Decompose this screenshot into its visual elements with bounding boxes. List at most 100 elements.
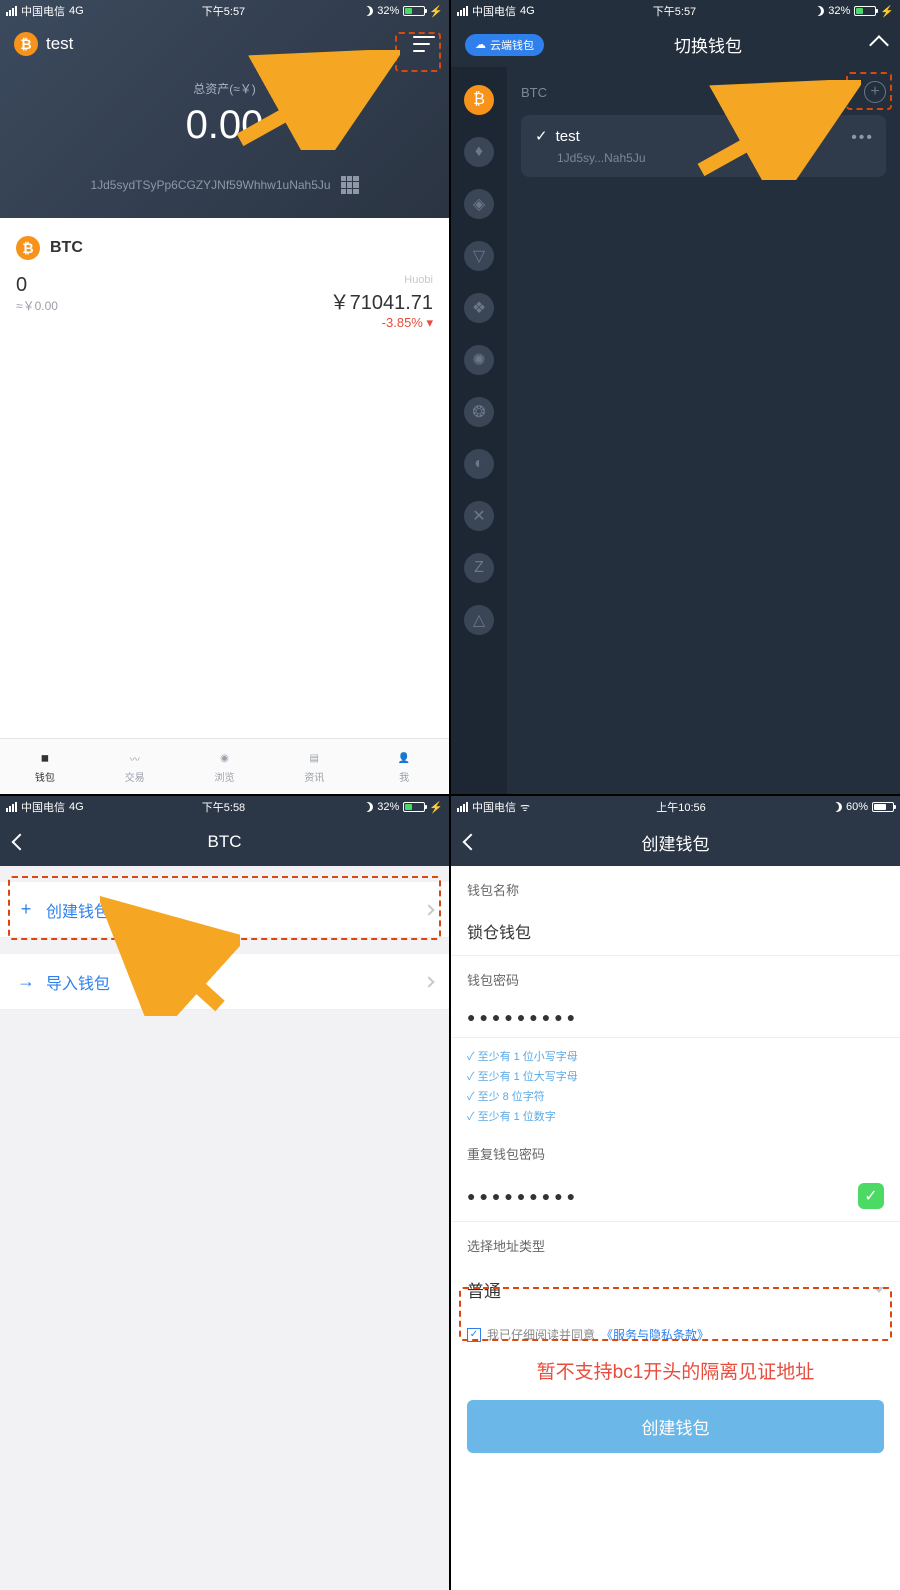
chart-icon: 〰 [124, 749, 146, 767]
news-icon: ▤ [303, 749, 325, 767]
status-bar: 中国电信 4G 下午5:57 32% ⚡ [0, 0, 449, 22]
check-icon: ✓ [535, 127, 548, 145]
clock: 上午10:56 [656, 799, 706, 815]
check-icon: ✓ [858, 1183, 884, 1209]
signal-icon [6, 6, 17, 16]
rail-coin-icon[interactable]: ❂ [464, 397, 494, 427]
chevron-right-icon [423, 976, 434, 987]
clock: 下午5:57 [653, 3, 696, 19]
asset-label: 总资产(≈￥) [0, 80, 449, 97]
create-wallet-item[interactable]: + 创建钱包 [0, 882, 449, 938]
clock: 下午5:57 [202, 3, 245, 19]
moon-icon [363, 802, 373, 812]
terms-link[interactable]: 《服务与隐私条款》 [601, 1326, 709, 1343]
coin-symbol: BTC [50, 239, 83, 257]
wallet-card[interactable]: ✓ test 1Jd5sy...Nah5Ju ••• [521, 115, 886, 177]
carrier-label: 中国电信 [472, 799, 516, 815]
rail-coin2-icon[interactable]: ✕ [464, 501, 494, 531]
menu-icon[interactable] [413, 36, 435, 52]
rail-eos-icon[interactable]: ◈ [464, 189, 494, 219]
checkbox-icon[interactable]: ✓ [467, 1328, 481, 1342]
name-label: 钱包名称 [451, 866, 900, 907]
battery-pct: 32% [377, 5, 399, 17]
battery-pct: 32% [828, 5, 850, 17]
wifi-icon: ᯤ [520, 800, 530, 815]
wallet-card-addr: 1Jd5sy...Nah5Ju [557, 151, 872, 165]
carrier-label: 中国电信 [472, 3, 516, 19]
asset-value: 0.00 [0, 103, 449, 148]
create-wallet-button[interactable]: 创建钱包 [467, 1400, 884, 1453]
wallet-password-input[interactable]: ●●●●●●●●● [451, 997, 900, 1038]
cloud-icon: ☁ [475, 38, 486, 51]
section-label: BTC [521, 85, 547, 100]
nav-bar: 创建钱包 [451, 818, 900, 866]
back-icon[interactable] [463, 834, 480, 851]
wallet-address[interactable]: 1Jd5sydTSyPp6CGZYJNf59Whhw1uNah5Ju [90, 178, 330, 192]
signal-icon [457, 802, 468, 812]
qr-icon[interactable] [341, 176, 359, 194]
screen-switch-wallet: 中国电信 4G 下午5:57 32% ⚡ ☁云端钱包 切换钱包 ₿ ♦ ◈ ▽ … [451, 0, 900, 794]
warning-text: 暂不支持bc1开头的隔离见证地址 [451, 1353, 900, 1388]
rule-item: 至少 8 位字符 [467, 1086, 884, 1106]
coin-amount-fiat: ≈￥0.00 [16, 297, 58, 314]
tab-browse[interactable]: ◉浏览 [180, 739, 270, 794]
address-type-select[interactable]: 普通 [451, 1263, 900, 1316]
tab-trade[interactable]: 〰交易 [90, 739, 180, 794]
pw2-label: 重复钱包密码 [451, 1130, 900, 1171]
rule-item: 至少有 1 位数字 [467, 1106, 884, 1126]
coin-price: ￥71041.71 [330, 286, 433, 315]
rail-ont-icon[interactable]: ◐ [464, 449, 494, 479]
tab-bar: ◼钱包 〰交易 ◉浏览 ▤资讯 👤我 [0, 738, 449, 794]
rail-btc-icon[interactable]: ₿ [464, 85, 494, 115]
signal-icon [6, 802, 17, 812]
status-bar: 中国电信 4G 下午5:58 32% ⚡ [0, 796, 449, 818]
screen-btc-menu: 中国电信 4G 下午5:58 32% ⚡ BTC + 创建钱包 → 导入钱包 [0, 796, 449, 1590]
plus-icon: + [16, 899, 36, 920]
cloud-wallet-button[interactable]: ☁云端钱包 [465, 34, 544, 56]
person-icon: 👤 [393, 749, 415, 767]
rail-atom-icon[interactable]: ✺ [464, 345, 494, 375]
rail-bnb-icon[interactable]: ❖ [464, 293, 494, 323]
charging-icon: ⚡ [429, 801, 443, 814]
rail-coin3-icon[interactable]: △ [464, 605, 494, 635]
tab-me[interactable]: 👤我 [359, 739, 449, 794]
wallet-password-confirm-input[interactable]: ●●●●●●●●● ✓ [451, 1171, 900, 1222]
pw-label: 钱包密码 [451, 956, 900, 997]
clock: 下午5:58 [202, 799, 245, 815]
status-bar: 中国电信 ᯤ 上午10:56 60% [451, 796, 900, 818]
wallet-card-name: test [556, 128, 580, 145]
compass-icon: ◉ [213, 749, 235, 767]
moon-icon [363, 6, 373, 16]
moon-icon [814, 6, 824, 16]
more-icon[interactable]: ••• [851, 129, 874, 147]
type-label: 选择地址类型 [451, 1222, 900, 1263]
back-icon[interactable] [12, 834, 29, 851]
chevron-down-icon [874, 1287, 884, 1293]
tab-news[interactable]: ▤资讯 [269, 739, 359, 794]
screen-create-wallet: 中国电信 ᯤ 上午10:56 60% 创建钱包 钱包名称 锁仓钱包 钱包密码 ●… [451, 796, 900, 1590]
charging-icon: ⚡ [429, 5, 443, 18]
network-label: 4G [520, 5, 535, 17]
rail-zil-icon[interactable]: Z [464, 553, 494, 583]
price-change: -3.85% ▾ [330, 315, 433, 331]
battery-pct: 32% [377, 801, 399, 813]
add-wallet-icon[interactable]: + [864, 81, 886, 103]
chevron-up-icon[interactable] [869, 35, 889, 55]
coin-amount: 0 [16, 274, 58, 297]
wallet-name-input[interactable]: 锁仓钱包 [451, 907, 900, 956]
battery-icon [854, 6, 876, 16]
rule-item: 至少有 1 位大写字母 [467, 1066, 884, 1086]
coin-row-btc[interactable]: ₿ BTC [16, 236, 433, 260]
nav-bar: BTC [0, 818, 449, 866]
battery-pct: 60% [846, 801, 868, 813]
network-label: 4G [69, 801, 84, 813]
agree-row[interactable]: ✓ 我已仔细阅读并同意 《服务与隐私条款》 [451, 1316, 900, 1353]
page-title: 切换钱包 [674, 32, 742, 57]
rail-eth-icon[interactable]: ♦ [464, 137, 494, 167]
create-wallet-label: 创建钱包 [46, 898, 110, 922]
page-title: 创建钱包 [642, 830, 710, 855]
import-wallet-item[interactable]: → 导入钱包 [0, 954, 449, 1010]
rail-trx-icon[interactable]: ▽ [464, 241, 494, 271]
tab-wallet[interactable]: ◼钱包 [0, 739, 90, 794]
price-source: Huobi [330, 274, 433, 286]
